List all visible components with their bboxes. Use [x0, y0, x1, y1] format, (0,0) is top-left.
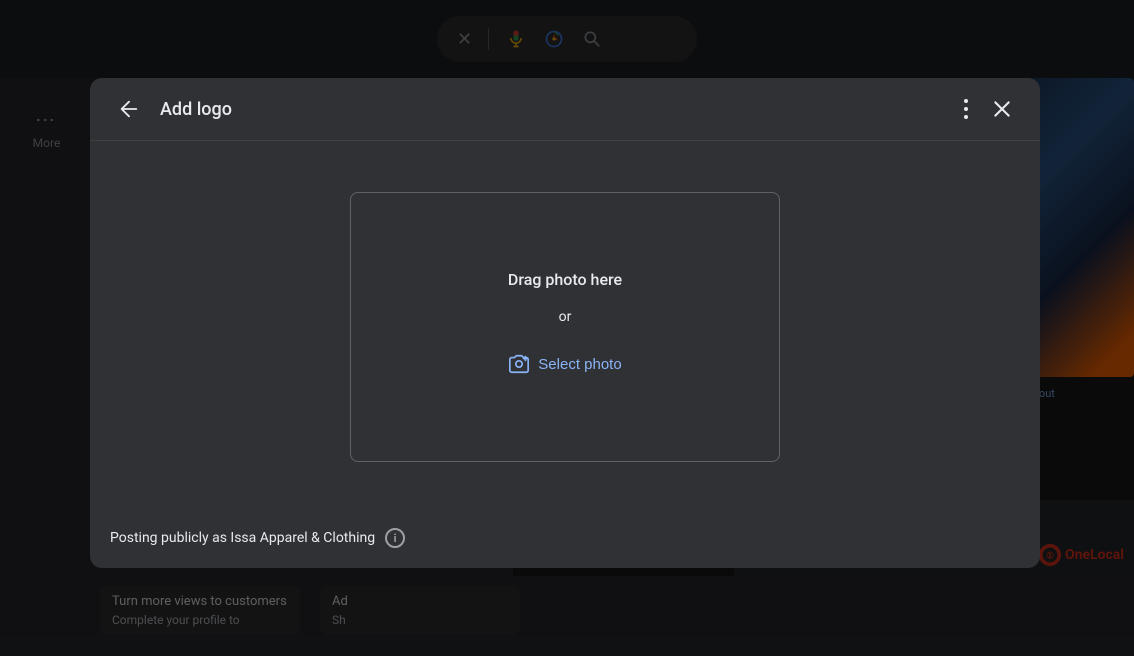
select-photo-label: Select photo — [538, 356, 621, 373]
back-button[interactable] — [110, 94, 148, 124]
modal-title: Add logo — [160, 99, 956, 120]
select-photo-button[interactable]: Select photo — [492, 345, 637, 383]
drop-zone[interactable]: Drag photo here or Select photo — [350, 192, 780, 462]
modal-footer: Posting publicly as Issa Apparel & Cloth… — [90, 512, 1040, 568]
add-logo-modal: Add logo Drag photo here or — [90, 78, 1040, 568]
more-options-button[interactable] — [956, 95, 976, 123]
posting-as-text: Posting publicly as Issa Apparel & Cloth… — [110, 530, 375, 546]
info-symbol: i — [394, 532, 397, 545]
camera-add-icon — [508, 353, 530, 375]
drag-text: Drag photo here — [508, 270, 622, 289]
modal-body: Drag photo here or Select photo — [90, 141, 1040, 512]
or-text: or — [559, 309, 572, 325]
close-button[interactable] — [984, 95, 1020, 123]
info-icon[interactable]: i — [385, 528, 405, 548]
modal-header: Add logo — [90, 78, 1040, 141]
vertical-dots-icon — [964, 99, 968, 119]
